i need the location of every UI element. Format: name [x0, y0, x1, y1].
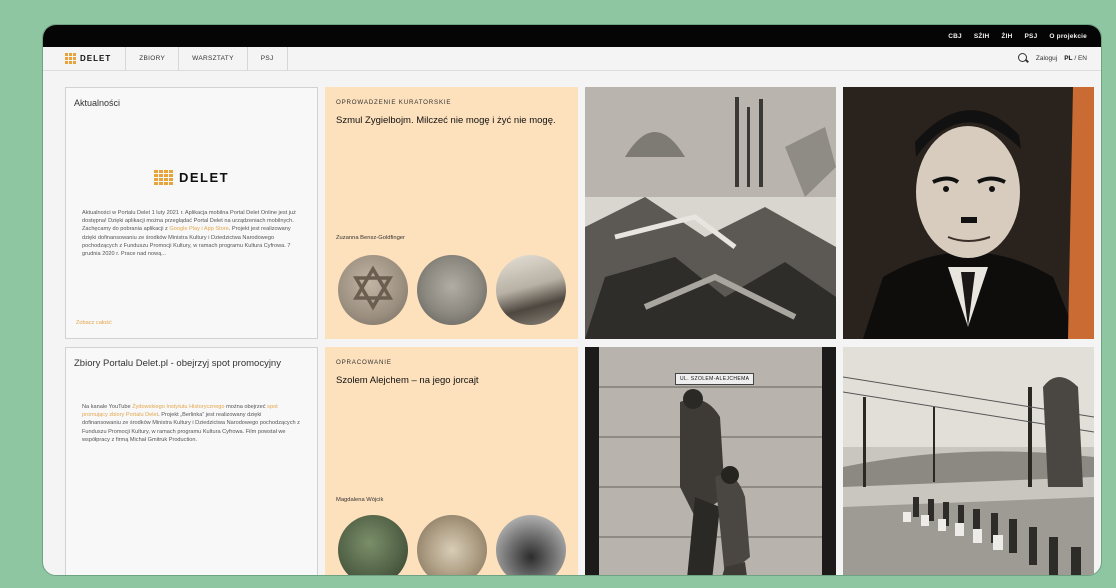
curated-tour-card[interactable]: OPROWADZENIE KURATORSKIE Szmul Zygielboj… — [325, 87, 578, 339]
news-excerpt-text: Na kanale YouTube — [82, 404, 131, 410]
thumbnail-crowd[interactable] — [496, 515, 566, 575]
topbar-link-psj[interactable]: PSJ — [1025, 33, 1038, 40]
news-card-title: Aktualności — [74, 98, 121, 108]
thumbnail-row — [338, 515, 566, 575]
delet-logo-icon — [65, 53, 76, 64]
news-card-logo: DELET — [74, 170, 309, 185]
language-switcher: PL / EN — [1064, 55, 1087, 62]
star-of-david-icon — [352, 265, 394, 311]
thumbnail-star-of-david[interactable] — [338, 255, 408, 325]
news-card-aktualnosci[interactable]: Aktualności DELET Aktualności w Portalu … — [65, 87, 318, 339]
news-card-excerpt: Aktualności w Portalu Delet 1 luty 2021 … — [74, 209, 309, 258]
nav-tab-zbiory[interactable]: ZBIORY — [126, 47, 180, 70]
nav-tab-warsztaty[interactable]: WARSZTATY — [179, 47, 248, 70]
delet-logo-icon — [153, 170, 173, 185]
thumbnail-document[interactable] — [417, 255, 487, 325]
card-author: Magdalena Wójcik — [336, 497, 384, 503]
card-title: Szmul Zygielbojm. Milczeć nie mogę i żyć… — [336, 115, 556, 126]
app-store-link[interactable]: Google Play i App Store — [169, 226, 228, 232]
thumbnail-interior[interactable] — [338, 515, 408, 575]
parade-photo-image — [843, 347, 1094, 575]
read-more-link[interactable]: Zobacz całość — [76, 320, 112, 326]
photo-street-sign[interactable]: UL. SZOLEM-ALEJCHEMA — [585, 347, 836, 575]
logo-text: DELET — [80, 54, 112, 63]
study-card[interactable]: OPRACOWANIE Szolem Alejchem – na jego jo… — [325, 347, 578, 575]
content-grid: Aktualności DELET Aktualności w Portalu … — [65, 87, 1094, 575]
card-kicker: OPRACOWANIE — [336, 359, 392, 366]
topbar-link-about[interactable]: O projekcie — [1049, 33, 1087, 40]
main-navbar: DELET ZBIORY WARSZTATY PSJ Zaloguj PL / … — [43, 47, 1101, 71]
photo-ruined-synagogue[interactable] — [585, 87, 836, 339]
news-card-title: Zbiory Portalu Delet.pl - obejrzyj spot … — [74, 358, 281, 369]
thumbnail-portrait[interactable] — [417, 515, 487, 575]
card-kicker: OPROWADZENIE KURATORSKIE — [336, 99, 452, 106]
topbar-link-szih[interactable]: SŻIH — [974, 33, 990, 40]
portrait-painting-image — [843, 87, 1094, 339]
topbar-link-cbj[interactable]: CBJ — [948, 33, 962, 40]
news-card-excerpt: Na kanale YouTube Żydowskiego Instytutu … — [74, 403, 309, 444]
photo-parade[interactable] — [843, 347, 1094, 575]
lang-pl[interactable]: PL — [1064, 55, 1072, 62]
search-icon[interactable] — [1017, 53, 1029, 64]
nav-right-group: Zaloguj PL / EN — [1017, 47, 1101, 70]
browser-screen: CBJ SŻIH ŻIH PSJ O projekcie DELET ZBIOR… — [42, 24, 1102, 576]
card-author: Zuzanna Bensz-Goldfinger — [336, 235, 405, 241]
login-link[interactable]: Zaloguj — [1036, 55, 1057, 62]
site-logo[interactable]: DELET — [55, 47, 127, 70]
topbar-link-zih[interactable]: ŻIH — [1001, 33, 1012, 40]
lang-separator: / — [1074, 55, 1077, 62]
nav-tab-psj[interactable]: PSJ — [248, 47, 288, 70]
street-sign-text: UL. SZOLEM-ALEJCHEMA — [675, 373, 755, 385]
logo-text: DELET — [178, 170, 230, 185]
lang-en[interactable]: EN — [1078, 55, 1087, 62]
news-card-promo-spot[interactable]: Zbiory Portalu Delet.pl - obejrzyj spot … — [65, 347, 318, 575]
ruins-photo-image — [585, 87, 836, 339]
zih-youtube-link[interactable]: Żydowskiego Instytutu Historycznego — [132, 404, 224, 410]
news-excerpt-text-2: można obejrzeć — [226, 404, 266, 410]
thumbnail-street[interactable] — [496, 255, 566, 325]
card-title: Szolem Alejchem – na jego jorcajt — [336, 375, 479, 386]
thumbnail-row — [338, 255, 566, 325]
top-utility-bar: CBJ SŻIH ŻIH PSJ O projekcie — [43, 25, 1101, 47]
photo-portrait-painting[interactable] — [843, 87, 1094, 339]
